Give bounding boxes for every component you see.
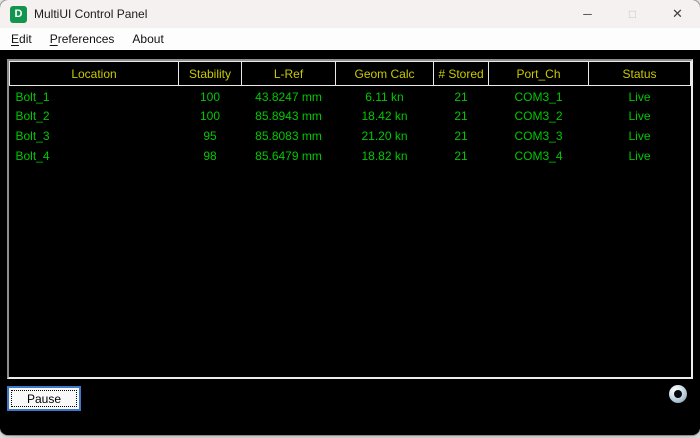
measurements-table: LocationStabilityL-RefGeom Calc# StoredP… <box>9 61 691 166</box>
menu-item-edit[interactable]: Edit <box>2 29 41 49</box>
column-header-port-ch: Port_Ch <box>489 62 589 86</box>
window-title: MultiUI Control Panel <box>34 7 147 21</box>
column-header-location: Location <box>10 62 179 86</box>
table-cell: COM3_3 <box>489 126 589 146</box>
titlebar: D MultiUI Control Panel ─ □ ✕ <box>0 0 700 28</box>
menu-item-preferences[interactable]: Preferences <box>41 29 124 49</box>
table-row[interactable]: Bolt_210085.8943 mm18.42 kn21COM3_2Live <box>10 106 691 126</box>
column-header-geom-calc: Geom Calc <box>336 62 434 86</box>
app-window: D MultiUI Control Panel ─ □ ✕ EditPrefer… <box>0 0 700 435</box>
menu-item-about[interactable]: About <box>123 29 172 49</box>
maximize-icon: □ <box>610 0 655 28</box>
table-cell: 21 <box>434 106 489 126</box>
table-cell: 21 <box>434 146 489 166</box>
client-area: LocationStabilityL-RefGeom Calc# StoredP… <box>0 50 700 435</box>
table-cell: Bolt_2 <box>10 106 179 126</box>
column-header-status: Status <box>589 62 691 86</box>
table-cell: Live <box>589 146 691 166</box>
table-cell: Live <box>589 86 691 106</box>
menubar: EditPreferencesAbout <box>0 28 700 50</box>
table-cell: 6.11 kn <box>336 86 434 106</box>
table-cell: COM3_4 <box>489 146 589 166</box>
table-cell: COM3_1 <box>489 86 589 106</box>
table-cell: 98 <box>179 146 242 166</box>
table-cell: Live <box>589 106 691 126</box>
app-icon: D <box>10 6 27 23</box>
table-cell: 21 <box>434 126 489 146</box>
close-icon[interactable]: ✕ <box>655 0 700 28</box>
table-cell: 100 <box>179 86 242 106</box>
table-cell: 85.8083 mm <box>242 126 336 146</box>
status-indicator-ring <box>669 385 687 403</box>
data-table: LocationStabilityL-RefGeom Calc# StoredP… <box>7 59 693 379</box>
table-cell: Bolt_3 <box>10 126 179 146</box>
window-controls: ─ □ ✕ <box>565 0 700 28</box>
table-cell: Live <box>589 126 691 146</box>
table-row[interactable]: Bolt_49885.6479 mm18.82 kn21COM3_4Live <box>10 146 691 166</box>
table-cell: COM3_2 <box>489 106 589 126</box>
table-cell: 21 <box>434 86 489 106</box>
table-cell: 21.20 kn <box>336 126 434 146</box>
table-row[interactable]: Bolt_110043.8247 mm6.11 kn21COM3_1Live <box>10 86 691 106</box>
table-cell: 85.8943 mm <box>242 106 336 126</box>
table-cell: Bolt_1 <box>10 86 179 106</box>
table-cell: 18.82 kn <box>336 146 434 166</box>
column-header-l-ref: L-Ref <box>242 62 336 86</box>
table-cell: Bolt_4 <box>10 146 179 166</box>
pause-button[interactable]: Pause <box>7 386 81 411</box>
column-header-stability: Stability <box>179 62 242 86</box>
table-cell: 100 <box>179 106 242 126</box>
column-header--stored: # Stored <box>434 62 489 86</box>
table-cell: 85.6479 mm <box>242 146 336 166</box>
table-cell: 95 <box>179 126 242 146</box>
table-row[interactable]: Bolt_39585.8083 mm21.20 kn21COM3_3Live <box>10 126 691 146</box>
table-cell: 43.8247 mm <box>242 86 336 106</box>
minimize-icon[interactable]: ─ <box>565 0 610 28</box>
table-cell: 18.42 kn <box>336 106 434 126</box>
table-header-row: LocationStabilityL-RefGeom Calc# StoredP… <box>10 62 691 86</box>
status-indicator-ring-hole <box>674 390 682 398</box>
